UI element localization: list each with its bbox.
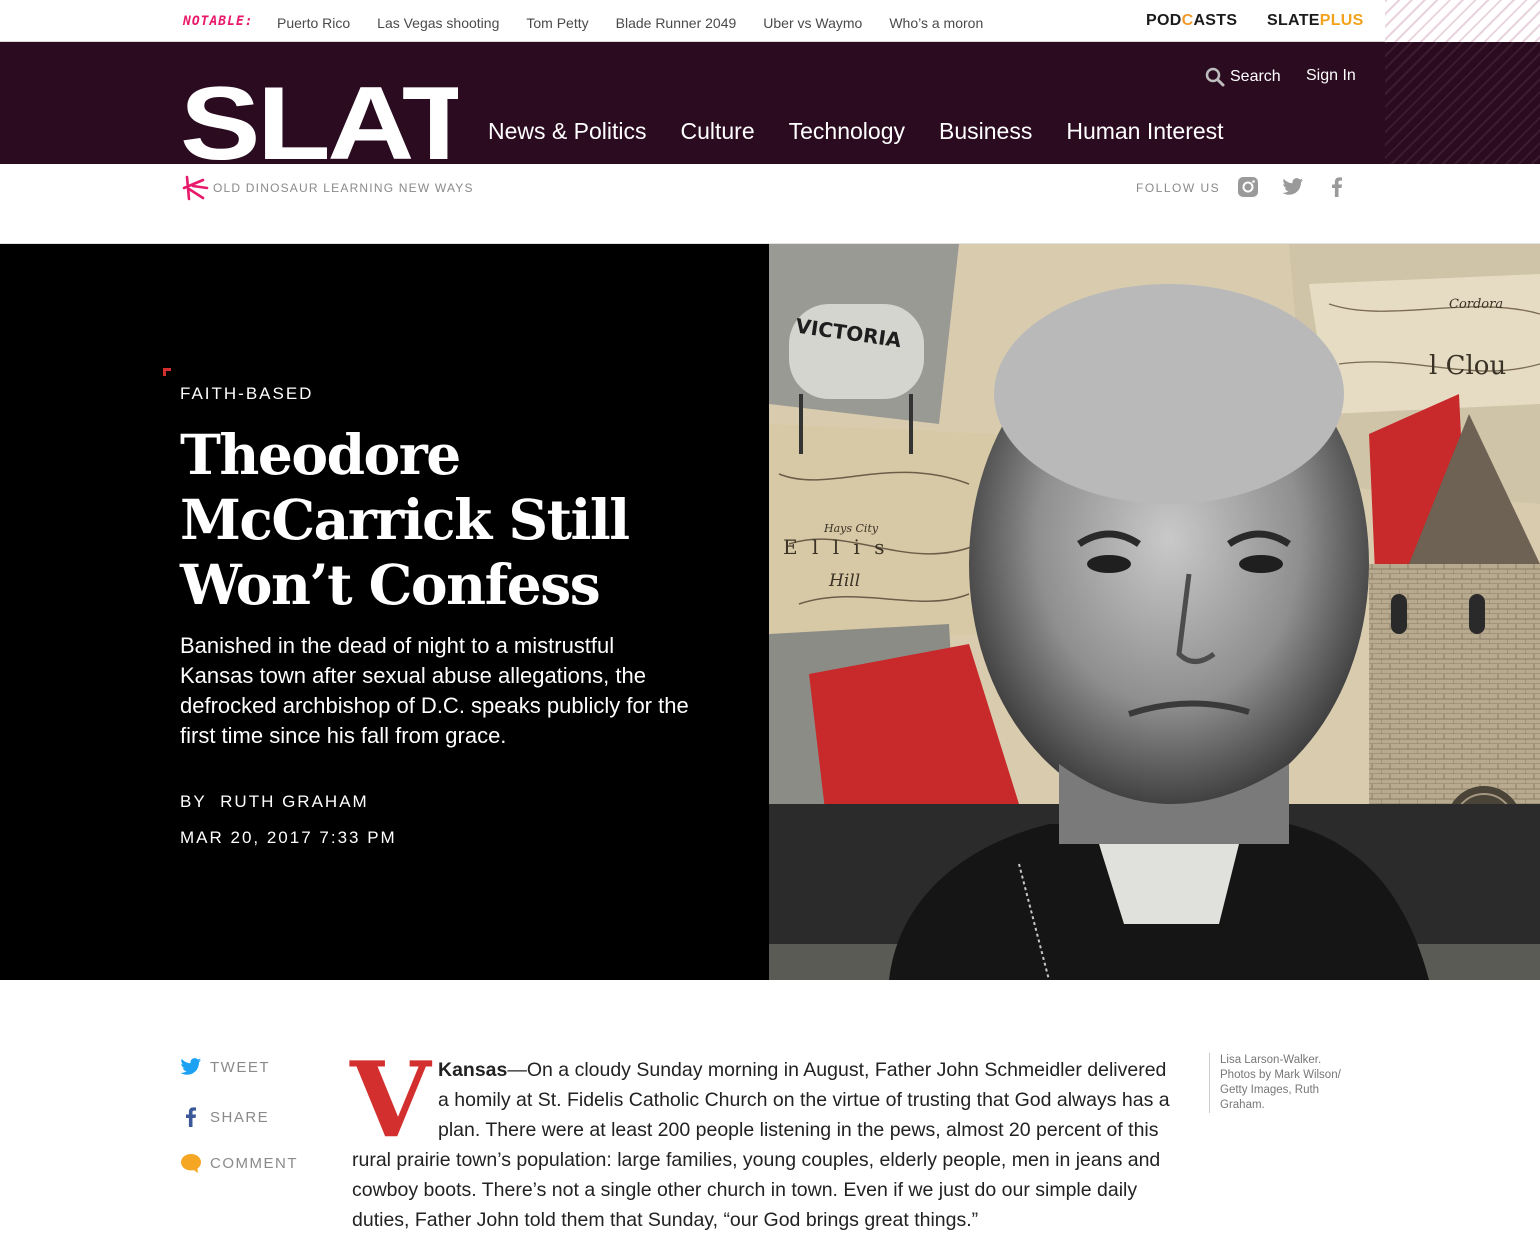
slate-plus-text-a: SLATE: [1267, 12, 1320, 29]
site-header: SLATE News & Politics Culture Technology…: [0, 42, 1540, 164]
blog-tagline: OLD DINOSAUR LEARNING NEW WAYS: [213, 181, 474, 195]
instagram-link[interactable]: [1237, 176, 1259, 198]
author-link[interactable]: RUTH GRAHAM: [220, 792, 369, 811]
nav-news-politics[interactable]: News & Politics: [488, 118, 646, 145]
tweet-label: TWEET: [210, 1058, 270, 1076]
notable-link-las-vegas[interactable]: Las Vegas shooting: [377, 15, 499, 31]
article-byline: BY RUTH GRAHAM: [180, 792, 369, 812]
nav-human-interest[interactable]: Human Interest: [1066, 118, 1223, 145]
article-hero: FAITH-BASED Theodore McCarrick Still Won…: [0, 244, 1540, 980]
logo-text: SLATE: [180, 78, 458, 164]
facebook-icon: [186, 1107, 196, 1127]
notable-link-tom-petty[interactable]: Tom Petty: [526, 15, 588, 31]
nav-culture[interactable]: Culture: [680, 118, 754, 145]
article-date: MAR 20, 2017 7:33 PM: [180, 828, 397, 847]
notable-link-whos-a-moron[interactable]: Who’s a moron: [889, 15, 983, 31]
map-text-ellis: E l l i s: [783, 535, 888, 559]
comment-label: COMMENT: [210, 1154, 298, 1172]
nav-business[interactable]: Business: [939, 118, 1032, 145]
article-body: Kansas—On a cloudy Sunday morning in Aug…: [352, 1055, 1182, 1235]
instagram-icon: [1238, 177, 1258, 197]
twitter-link[interactable]: [1282, 176, 1304, 198]
map-text-clou: l Clou: [1429, 351, 1506, 381]
notable-link-blade-runner[interactable]: Blade Runner 2049: [616, 15, 737, 31]
notable-label: NOTABLE:: [183, 14, 254, 29]
podcasts-text-b: ASTS: [1193, 12, 1238, 29]
body-paragraph: —On a cloudy Sunday morning in August, F…: [352, 1059, 1170, 1231]
article-dek: Banished in the dead of night to a mistr…: [180, 633, 689, 748]
facebook-link[interactable]: [1326, 176, 1348, 198]
article-headline: Theodore McCarrick Still Won’t Confess: [180, 422, 630, 617]
tweet-button[interactable]: TWEET: [180, 1056, 270, 1078]
hero-illustration: E l l i s Hill Hays City Cordora l Clou …: [769, 244, 1540, 980]
twitter-icon: [180, 1058, 202, 1075]
main-nav: News & Politics Culture Technology Busin…: [488, 118, 1258, 145]
podcasts-text-a: POD: [1146, 12, 1182, 29]
podcasts-link[interactable]: PODCASTS: [1146, 12, 1237, 30]
sub-header: OLD DINOSAUR LEARNING NEW WAYS FOLLOW US: [0, 164, 1540, 244]
podcasts-text-c: C: [1181, 12, 1194, 29]
facebook-icon: [1332, 177, 1342, 197]
notable-link-uber-waymo[interactable]: Uber vs Waymo: [763, 15, 862, 31]
blog-mark-icon: [182, 175, 209, 201]
slate-plus-link[interactable]: SLATEPLUS: [1267, 12, 1364, 30]
search-icon: [1205, 67, 1225, 87]
nav-technology[interactable]: Technology: [789, 118, 905, 145]
notable-link-puerto-rico[interactable]: Puerto Rico: [277, 15, 350, 31]
notable-bar: NOTABLE: Puerto Rico Las Vegas shooting …: [0, 0, 1540, 42]
search-label: Search: [1230, 68, 1281, 85]
sign-in-link[interactable]: Sign In: [1306, 67, 1356, 85]
share-button[interactable]: SHARE: [180, 1106, 269, 1128]
drop-cap-spacer: [352, 1055, 438, 1145]
comment-button[interactable]: COMMENT: [180, 1152, 298, 1174]
notable-links: Puerto Rico Las Vegas shooting Tom Petty…: [277, 15, 1010, 31]
map-text-hill: Hill: [828, 571, 860, 591]
dateline: Kansas: [438, 1059, 508, 1081]
share-label: SHARE: [210, 1108, 270, 1126]
slate-logo[interactable]: SLATE: [180, 78, 458, 164]
decorative-stripe: [1385, 0, 1540, 42]
map-text-hays: Hays City: [823, 522, 879, 535]
search-button[interactable]: Search: [1204, 66, 1281, 88]
decorative-stripe-dark: [1385, 42, 1540, 164]
byline-prefix: BY: [180, 792, 207, 811]
kicker-mark: [163, 368, 171, 376]
comment-icon: [181, 1154, 201, 1173]
twitter-icon: [1282, 178, 1304, 195]
map-text-cordora: Cordora: [1449, 297, 1503, 312]
slate-plus-text-b: PLUS: [1319, 12, 1364, 29]
follow-us-label: FOLLOW US: [1136, 181, 1221, 195]
image-caption: Lisa Larson-Walker. Photos by Mark Wilso…: [1209, 1053, 1359, 1113]
article-kicker[interactable]: FAITH-BASED: [180, 384, 313, 404]
